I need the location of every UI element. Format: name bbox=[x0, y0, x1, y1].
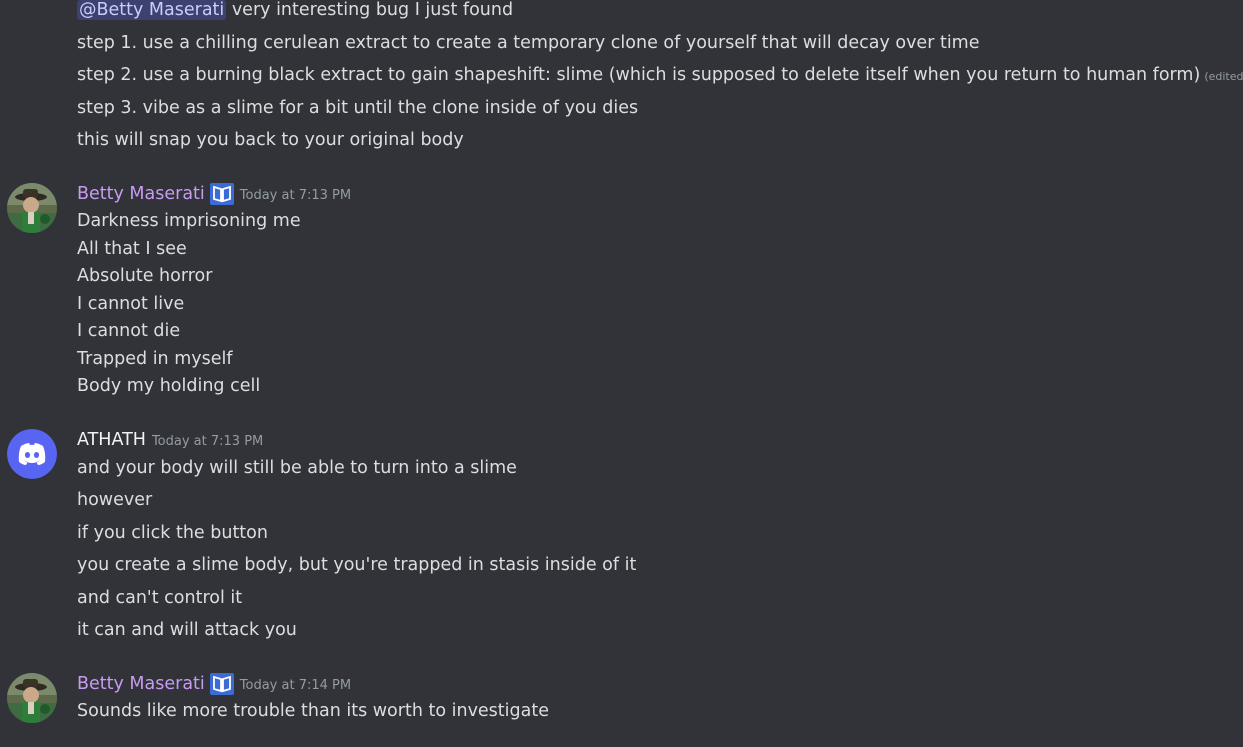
chat-message-list: @Betty Maserati very interesting bug I j… bbox=[0, 0, 1243, 747]
user-mention[interactable]: @Betty Maserati bbox=[77, 0, 227, 20]
message-line: step 3. vibe as a slime for a bit until … bbox=[77, 98, 639, 118]
message-text: very interesting bug I just found bbox=[226, 0, 514, 20]
username[interactable]: Betty Maserati bbox=[77, 183, 205, 205]
avatar-athath[interactable] bbox=[7, 429, 57, 479]
timestamp[interactable]: Today at 7:14 PM bbox=[240, 675, 351, 693]
message-header: ATHATH Today at 7:13 PM bbox=[77, 429, 263, 451]
message-line: you create a slime body, but you're trap… bbox=[77, 555, 637, 575]
message-line: it can and will attack you bbox=[77, 620, 297, 640]
edited-tag: (edited) bbox=[1204, 70, 1243, 83]
book-icon bbox=[209, 183, 234, 205]
message-line: and your body will still be able to turn… bbox=[77, 458, 517, 478]
message-line: step 1. use a chilling cerulean extract … bbox=[77, 33, 980, 53]
message-line: I cannot die bbox=[77, 321, 181, 341]
discord-logo-icon bbox=[7, 429, 57, 479]
timestamp[interactable]: Today at 7:13 PM bbox=[240, 185, 351, 203]
username[interactable]: Betty Maserati bbox=[77, 673, 205, 695]
message-line: this will snap you back to your original… bbox=[77, 130, 464, 150]
message-line: Darkness imprisoning me bbox=[77, 211, 301, 231]
message-line: Sounds like more trouble than its worth … bbox=[77, 701, 549, 721]
message-line: if you click the button bbox=[77, 523, 268, 543]
message-header: Betty Maserati Today at 7:14 PM bbox=[77, 673, 351, 695]
username[interactable]: ATHATH bbox=[77, 429, 146, 451]
message-header: Betty Maserati Today at 7:13 PM bbox=[77, 183, 351, 205]
message-line: All that I see bbox=[77, 239, 187, 259]
book-icon bbox=[209, 673, 234, 695]
message-line: Trapped in myself bbox=[77, 349, 233, 369]
message-line: Body my holding cell bbox=[77, 376, 261, 396]
message-line: step 2. use a burning black extract to g… bbox=[77, 63, 1243, 89]
timestamp[interactable]: Today at 7:13 PM bbox=[152, 431, 263, 449]
avatar-betty[interactable] bbox=[7, 183, 57, 233]
message-text: step 2. use a burning black extract to g… bbox=[77, 65, 1201, 85]
message-line: Absolute horror bbox=[77, 266, 213, 286]
avatar-betty[interactable] bbox=[7, 673, 57, 723]
message-line: however bbox=[77, 490, 153, 510]
message-line: and can't control it bbox=[77, 588, 243, 608]
message-line: I cannot live bbox=[77, 294, 185, 314]
message-line: @Betty Maserati very interesting bug I j… bbox=[77, 0, 513, 22]
